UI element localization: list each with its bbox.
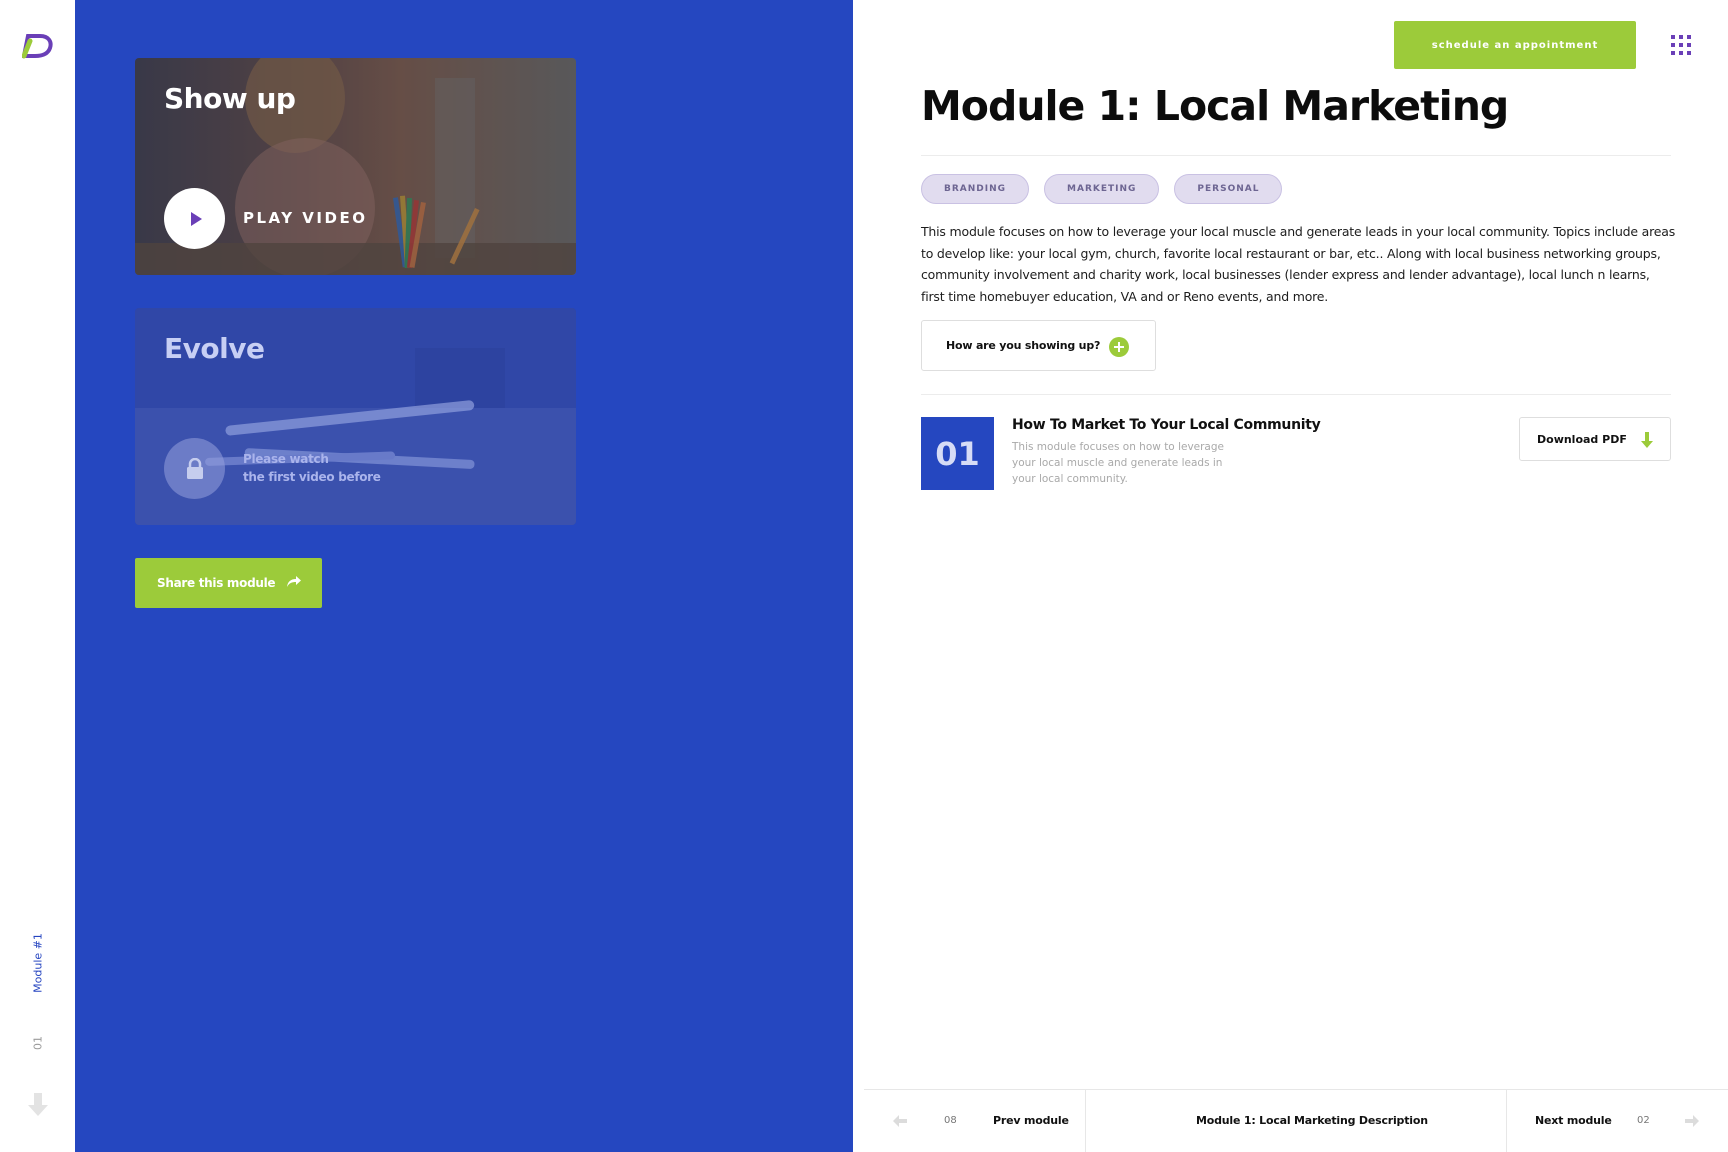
- page-title: Module 1: Local Marketing: [921, 82, 1509, 130]
- lesson-number: 01: [921, 417, 994, 490]
- next-module-link[interactable]: Next module: [1535, 1114, 1612, 1127]
- grid-icon[interactable]: [1671, 35, 1691, 55]
- question-expander[interactable]: How are you showing up?: [921, 320, 1156, 371]
- play-button[interactable]: [164, 188, 225, 249]
- tag-marketing[interactable]: MARKETING: [1044, 174, 1160, 204]
- schedule-appointment-button[interactable]: schedule an appointment: [1394, 21, 1636, 69]
- share-module-label: Share this module: [157, 576, 276, 590]
- module-description: This module focuses on how to leverage y…: [921, 224, 1676, 304]
- download-pdf-button[interactable]: Download PDF: [1519, 417, 1671, 461]
- module-description-link[interactable]: Module 1: Local Marketing Description: [1196, 1114, 1428, 1127]
- prev-module-link[interactable]: Prev module: [993, 1114, 1069, 1127]
- question-label: How are you showing up?: [946, 339, 1101, 352]
- lock-icon: [186, 457, 203, 479]
- arrow-left-icon[interactable]: [893, 1115, 907, 1127]
- module-pagination: 08 Prev module Module 1: Local Marketing…: [864, 1089, 1728, 1152]
- tag-list: BRANDING MARKETING PERSONAL: [921, 174, 1283, 204]
- divider: [921, 155, 1671, 156]
- card-title: Show up: [164, 82, 296, 115]
- arrow-right-icon[interactable]: [1685, 1115, 1699, 1127]
- lesson-title[interactable]: How To Market To Your Local Community: [1012, 417, 1321, 433]
- rail-module-number: 01: [31, 1036, 45, 1050]
- lesson-description: This module focuses on how to leverage y…: [1012, 441, 1224, 485]
- plus-icon: [1109, 337, 1129, 357]
- lock-badge: [164, 438, 225, 499]
- tag-branding[interactable]: BRANDING: [921, 174, 1030, 204]
- download-arrow-icon: [1641, 432, 1653, 448]
- tag-personal[interactable]: PERSONAL: [1174, 174, 1283, 204]
- play-video-label[interactable]: PLAY VIDEO: [243, 209, 367, 227]
- share-icon: [287, 576, 301, 587]
- arrow-down-icon[interactable]: [27, 1093, 49, 1117]
- divider: [921, 394, 1671, 395]
- video-card-show-up[interactable]: Show up PLAY VIDEO: [135, 58, 576, 275]
- divider: [1506, 1090, 1507, 1152]
- prev-module-number: 08: [944, 1115, 957, 1126]
- download-pdf-label: Download PDF: [1537, 432, 1627, 446]
- video-card-evolve: Evolve Please watch the first video befo…: [135, 308, 576, 525]
- next-module-number: 02: [1637, 1115, 1650, 1126]
- locked-message-line-2: the first video before: [243, 470, 381, 484]
- left-rail: Module #1 01: [0, 0, 75, 1152]
- locked-message: Please watch the first video before: [243, 450, 381, 486]
- rail-module-label: Module #1: [31, 933, 45, 993]
- play-icon: [191, 211, 202, 226]
- logo-icon[interactable]: [22, 33, 54, 59]
- divider: [1085, 1090, 1086, 1152]
- locked-message-line-1: Please watch: [243, 452, 329, 466]
- card-title: Evolve: [164, 332, 265, 365]
- share-module-button[interactable]: Share this module: [135, 558, 322, 608]
